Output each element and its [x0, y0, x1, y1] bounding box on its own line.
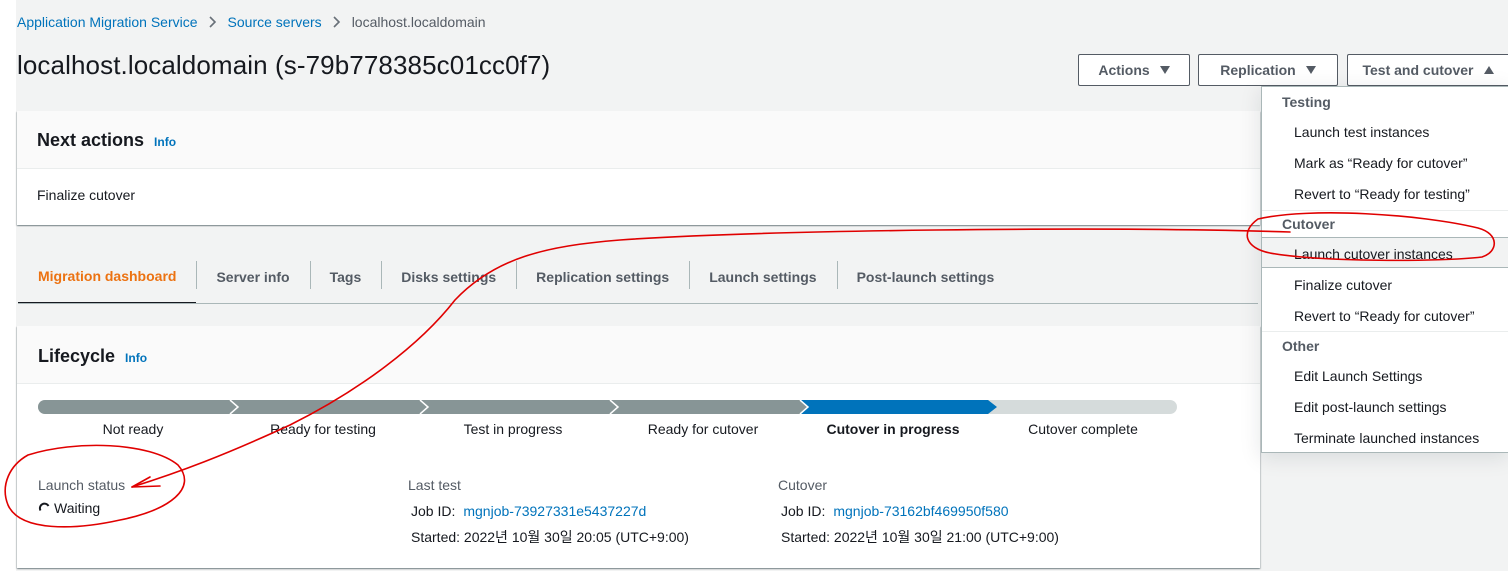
- menu-divider: [1262, 210, 1508, 211]
- left-edge: [0, 0, 16, 571]
- breadcrumb-current: localhost.localdomain: [351, 14, 486, 30]
- cutover-label: Cutover: [778, 477, 828, 493]
- menu-item-terminate-launched-instances[interactable]: Terminate launched instances: [1294, 430, 1479, 446]
- next-actions-title-text: Next actions: [37, 130, 145, 150]
- next-action-text: Finalize cutover: [37, 187, 136, 203]
- caret-up-icon: [1483, 66, 1494, 74]
- chevron-right-icon: [208, 16, 217, 28]
- menu-item-launch-test-instances[interactable]: Launch test instances: [1294, 124, 1429, 140]
- menu-divider: [1262, 331, 1508, 332]
- caret-down-icon: [1305, 66, 1316, 74]
- tab-migration-dashboard[interactable]: Migration dashboard: [18, 250, 197, 304]
- launch-status-value: Waiting: [38, 500, 100, 516]
- cutover-job: Job ID: mgnjob-73162bf469950f580: [781, 503, 1009, 519]
- launch-status-text: Waiting: [54, 500, 101, 516]
- last-test-job-label: Job ID:: [411, 503, 456, 519]
- test-and-cutover-button[interactable]: Test and cutover: [1347, 54, 1508, 86]
- lifecycle-title-text: Lifecycle: [38, 346, 116, 366]
- last-test-job-link[interactable]: mgnjob-73927331e5437227d: [463, 503, 646, 519]
- spinner-icon: [38, 502, 50, 511]
- progress-current-segment: [800, 400, 997, 414]
- launch-status-label: Launch status: [38, 477, 126, 493]
- tab-tags[interactable]: Tags: [309, 250, 382, 304]
- menu-item-mark-ready-for-cutover[interactable]: Mark as “Ready for cutover”: [1294, 155, 1468, 171]
- test-and-cutover-menu: Testing Launch test instances Mark as “R…: [1261, 86, 1508, 453]
- chevron-right-icon: [333, 16, 341, 28]
- menu-item-edit-launch-settings[interactable]: Edit Launch Settings: [1294, 368, 1422, 384]
- menu-item-finalize-cutover[interactable]: Finalize cutover: [1294, 277, 1392, 293]
- menu-item-edit-post-launch-settings[interactable]: Edit post-launch settings: [1294, 399, 1447, 415]
- last-test-job: Job ID: mgnjob-73927331e5437227d: [411, 503, 646, 519]
- breadcrumb-link-source-servers[interactable]: Source servers: [228, 14, 322, 30]
- detail-tabs: Migration dashboard Server info Tags Dis…: [18, 250, 1014, 304]
- lifecycle-title: Lifecycle Info: [38, 346, 147, 367]
- step-cutover-in-progress: Cutover in progress: [826, 421, 960, 437]
- menu-item-launch-cutover-instances[interactable]: Launch cutover instances: [1294, 246, 1453, 262]
- test-and-cutover-button-label: Test and cutover: [1362, 62, 1474, 78]
- tab-disks-settings[interactable]: Disks settings: [381, 250, 516, 304]
- lifecycle-header: Lifecycle Info: [17, 326, 1260, 384]
- last-test-started: Started: 2022년 10월 30일 20:05 (UTC+9:00): [411, 529, 689, 545]
- menu-group-testing: Testing: [1282, 94, 1331, 110]
- cutover-job-link[interactable]: mgnjob-73162bf469950f580: [833, 503, 1008, 519]
- breadcrumb-link-service[interactable]: Application Migration Service: [17, 14, 198, 30]
- lifecycle-progress-bar: [38, 400, 1177, 414]
- next-actions-header: Next actions Info: [17, 111, 1260, 169]
- tabs-divider: [18, 303, 1258, 304]
- actions-button-label: Actions: [1098, 62, 1150, 78]
- lifecycle-info-link[interactable]: Info: [125, 351, 147, 365]
- next-actions-info-link[interactable]: Info: [154, 135, 176, 149]
- menu-item-revert-ready-for-cutover[interactable]: Revert to “Ready for cutover”: [1294, 308, 1475, 324]
- step-ready-for-cutover: Ready for cutover: [647, 421, 759, 437]
- page-title: localhost.localdomain (s-79b778385c01cc0…: [17, 50, 551, 80]
- tab-launch-settings[interactable]: Launch settings: [689, 250, 836, 304]
- replication-button-label: Replication: [1220, 62, 1296, 78]
- next-actions-title: Next actions Info: [37, 130, 176, 151]
- cutover-job-label: Job ID:: [781, 503, 826, 519]
- menu-group-cutover: Cutover: [1282, 216, 1335, 232]
- step-test-in-progress: Test in progress: [463, 421, 563, 437]
- breadcrumb: Application Migration Service Source ser…: [17, 12, 486, 32]
- next-actions-panel: Next actions Info Finalize cutover: [17, 111, 1260, 225]
- last-test-label: Last test: [408, 477, 461, 493]
- tab-replication-settings[interactable]: Replication settings: [516, 250, 689, 304]
- tab-post-launch-settings[interactable]: Post-launch settings: [836, 250, 1015, 304]
- step-not-ready: Not ready: [102, 421, 164, 437]
- replication-button[interactable]: Replication: [1198, 54, 1338, 86]
- menu-group-other: Other: [1282, 338, 1320, 354]
- tab-server-info[interactable]: Server info: [196, 250, 309, 304]
- caret-down-icon: [1159, 66, 1170, 74]
- step-ready-for-testing: Ready for testing: [270, 421, 376, 437]
- menu-item-revert-ready-for-testing[interactable]: Revert to “Ready for testing”: [1294, 186, 1470, 202]
- actions-button[interactable]: Actions: [1078, 54, 1190, 86]
- cutover-started: Started: 2022년 10월 30일 21:00 (UTC+9:00): [781, 529, 1059, 545]
- step-cutover-complete: Cutover complete: [1028, 421, 1138, 437]
